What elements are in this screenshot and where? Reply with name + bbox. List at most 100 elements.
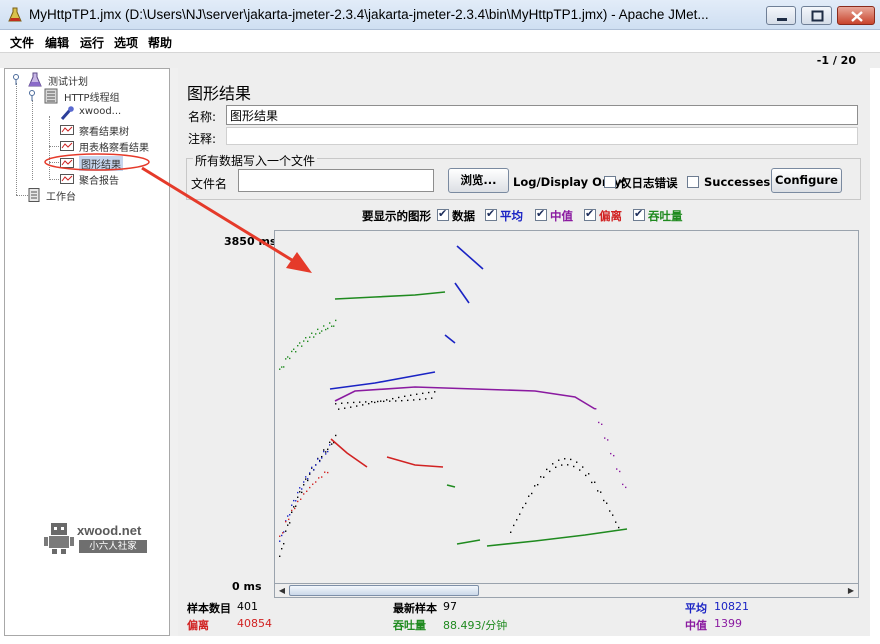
close-button[interactable] [837,6,875,25]
latest-sample-label: 最新样本 [393,602,437,615]
name-label: 名称: [188,110,217,124]
maximize-button[interactable] [801,6,832,25]
watermark-logo: xwood.net [77,523,142,538]
deviation-point [297,500,299,503]
scroll-left-icon[interactable]: ◀ [275,584,289,597]
test-plan-tree: 测试计划 HTTP线程组 xwood... 察看结果树 用表格察看结果 图形结果… [4,68,170,636]
throughput-point [279,368,281,370]
throughput-point [329,322,331,324]
scroll-right-icon[interactable]: ▶ [844,584,858,597]
deviation-value: 40854 [237,617,272,630]
show-throughput-checkbox[interactable] [633,207,645,221]
show-median-label: 中值 [550,209,573,223]
expand-handle-icon[interactable] [10,72,26,88]
data-point [344,407,346,409]
data-point [380,400,382,402]
file-group-title: 所有数据写入一个文件 [193,152,318,169]
average-point [317,458,319,460]
average-point [313,468,315,471]
data-point [419,398,421,401]
data-point [555,466,557,469]
split-divider[interactable] [170,68,178,636]
throughput-point [309,336,311,338]
tree-item-graph-results[interactable]: 图形结果 [59,155,164,171]
tree-item-aggregate-report[interactable]: 聚合报告 [59,171,164,187]
scroll-thumb[interactable] [289,585,479,596]
browse-button[interactable]: 浏览... [448,168,509,193]
average-line [456,245,484,270]
thread-counter: -1 / 20 [816,54,856,67]
menu-file[interactable]: 文件 [10,34,34,51]
errors-only-checkbox[interactable] [604,176,616,188]
show-data-checkbox[interactable] [437,207,449,221]
throughput-point [299,342,301,344]
data-point [327,448,329,451]
data-point [422,392,424,395]
data-point [338,408,340,410]
data-point [516,519,518,521]
comment-field[interactable] [226,127,858,145]
average-point [279,540,281,542]
average-point [311,466,313,469]
tree-label: xwood... [79,106,122,117]
data-point [549,470,551,473]
data-point [392,397,394,400]
data-point [510,531,512,533]
tree-item-view-results-tree[interactable]: 察看结果树 [59,122,164,138]
data-point [407,399,409,402]
tree-label: 聚合报告 [79,176,119,187]
deviation-point [294,507,296,510]
data-point [356,405,358,407]
throughput-line [486,528,628,547]
listener-icon [60,125,74,135]
average-point [287,515,289,517]
menu-options[interactable]: 选项 [114,34,138,51]
thread-group-icon [44,88,58,104]
configure-button[interactable]: Configure [771,168,842,193]
median-label: 中值 [685,619,707,632]
minimize-button[interactable] [766,6,796,25]
expand-handle-icon[interactable] [26,88,42,104]
throughput-point [313,336,315,338]
menu-help[interactable]: 帮助 [148,34,172,51]
show-throughput-label: 吞吐量 [648,209,683,223]
menu-run[interactable]: 运行 [80,34,104,51]
successes-label: Successes [704,175,771,189]
throughput-label: 吞吐量 [393,619,426,632]
tree-connector [49,146,59,147]
tree-item-workbench[interactable]: 工作台 [26,187,126,203]
deviation-line [330,438,368,468]
throughput-point [305,337,307,339]
throughput-point [307,340,309,343]
tree-label: HTTP线程组 [64,93,120,104]
throughput-point [283,366,285,368]
show-deviation-checkbox[interactable] [584,207,596,221]
data-point [603,499,605,502]
name-field[interactable] [226,105,858,125]
status-line: -1 / 20 [0,52,880,68]
data-point [543,476,545,478]
median-point [610,452,612,455]
tree-item-sampler[interactable]: xwood... [59,105,159,121]
results-graph [274,230,859,596]
data-point [434,391,436,393]
show-average-checkbox[interactable] [485,207,497,221]
tree-item-thread-group[interactable]: HTTP线程组 [26,88,166,104]
menu-edit[interactable]: 编辑 [45,34,69,51]
data-point [374,401,376,404]
show-median-checkbox[interactable] [535,207,547,221]
median-point [595,408,597,410]
deviation-point [312,483,314,485]
data-point [323,449,325,451]
average-point [297,491,299,494]
data-point [591,481,593,484]
filename-field[interactable] [238,169,434,192]
graph-horizontal-scrollbar[interactable]: ◀ ▶ [274,583,859,598]
minimize-icon [777,18,787,21]
median-line [334,386,596,410]
successes-checkbox[interactable] [687,176,699,188]
average-line [454,282,470,304]
tree-item-test-plan[interactable]: 测试计划 [10,72,160,88]
tree-item-table-results[interactable]: 用表格察看结果 [59,138,164,154]
data-point [279,555,281,557]
